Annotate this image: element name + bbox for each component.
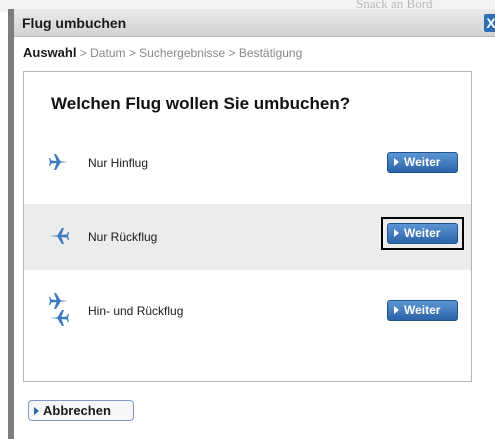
selection-panel: Welchen Flug wollen Sie umbuchen? Nur Hi… [23,71,472,382]
breadcrumb-remaining-steps: > Datum > Suchergebnisse > Bestätigung [76,46,303,60]
cancel-button[interactable]: Abbrechen [28,400,134,421]
arrow-right-icon [394,306,399,314]
dialog-title: Flug umbuchen [22,15,127,31]
dialog-titlebar: Flug umbuchen X [14,9,495,37]
arrow-right-icon [394,229,399,237]
arrow-right-icon [34,407,39,415]
option-label: Nur Hinflug [88,156,149,170]
plane-right-icon [48,153,70,176]
plane-left-icon [48,227,70,250]
close-button[interactable]: X [484,14,495,32]
option-label: Hin- und Rückflug [88,304,184,318]
option-label: Nur Rückflug [88,230,158,244]
breadcrumb: Auswahl > Datum > Suchergebnisse > Bestä… [23,45,302,60]
plane-both-icon [48,293,70,332]
breadcrumb-active-step: Auswahl [23,45,77,60]
weiter-button-outbound[interactable]: Weiter [387,152,458,173]
option-row-outbound: Nur Hinflug Weiter [24,130,471,196]
option-row-return: Nur Rückflug Weiter [24,204,471,270]
page-title: Welchen Flug wollen Sie umbuchen? [51,94,351,113]
option-row-both: Hin- und Rückflug Weiter [24,278,471,344]
weiter-button-both[interactable]: Weiter [387,300,458,321]
weiter-button-return[interactable]: Weiter [387,223,458,244]
arrow-right-icon [394,158,399,166]
